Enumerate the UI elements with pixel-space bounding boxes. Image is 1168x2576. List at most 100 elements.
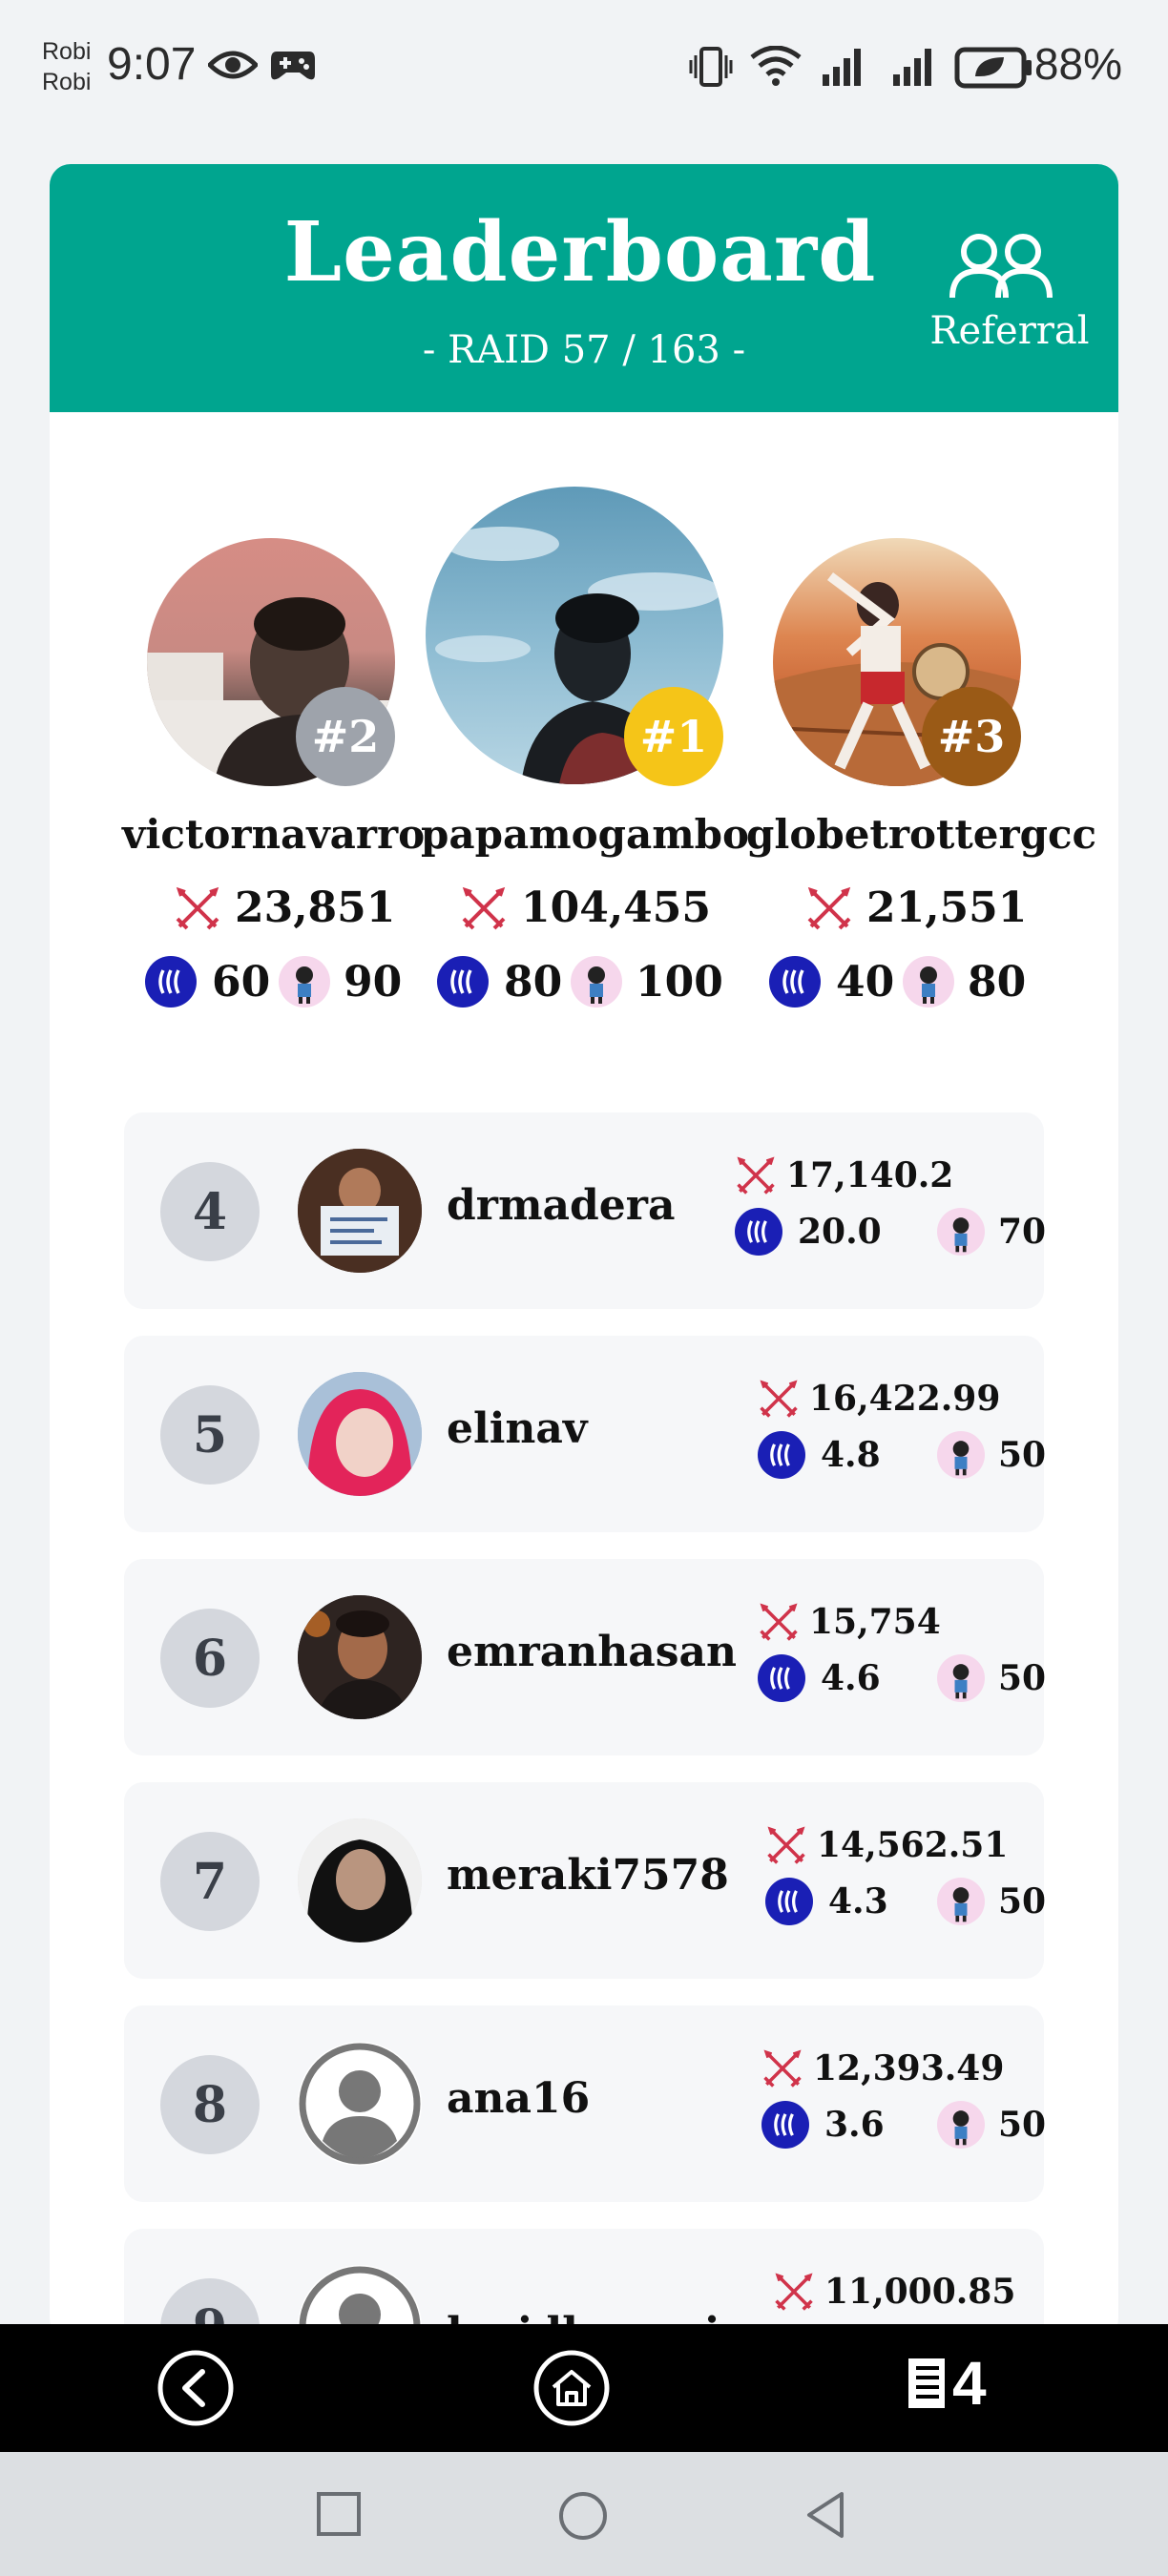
home-icon[interactable] [532, 2349, 611, 2427]
row-score-value: 15,754 [809, 1602, 941, 1642]
row-monsters: 50 [937, 1431, 1046, 1479]
row-rank: 5 [160, 1385, 260, 1485]
row-steem: 4.8 [758, 1431, 881, 1479]
row-username[interactable]: ana16 [447, 2074, 590, 2123]
avatar [298, 1595, 422, 1719]
steem-coin-icon [758, 1431, 805, 1479]
row-score-value: 16,422.99 [809, 1379, 1001, 1419]
row-rank: 6 [160, 1609, 260, 1708]
vibrate-icon [689, 47, 733, 87]
monster-icon [937, 1431, 985, 1479]
podium-name-2[interactable]: victornavarro [122, 811, 425, 858]
podium-name-1[interactable]: papamogambo [421, 811, 749, 858]
monster-icon [937, 2101, 985, 2149]
podium-stats-1: 80 100 [437, 956, 723, 1008]
leaderboard-row[interactable]: 7 meraki7578 14,562.51 4.3 50 [124, 1782, 1046, 1979]
row-username[interactable]: emranhasan [447, 1628, 737, 1676]
row-steem-value: 4.6 [821, 1658, 881, 1698]
clock: 9:07 [107, 39, 197, 90]
row-monster-value: 50 [998, 1435, 1047, 1475]
row-monster-value: 50 [998, 1658, 1047, 1698]
podium-steem-value: 60 [212, 957, 271, 1007]
signal-icon [893, 49, 931, 86]
avatar [298, 1149, 422, 1273]
leaderboard-row[interactable]: 5 elinav 16,422.99 4.8 50 [124, 1336, 1046, 1532]
row-monster-value: 50 [998, 1881, 1047, 1922]
row-score: 14,562.51 [765, 1824, 1008, 1866]
crossed-swords-icon [760, 1380, 798, 1418]
steem-coin-icon [769, 956, 821, 1008]
signal-icon [823, 49, 861, 86]
row-monster-value: 70 [998, 1212, 1047, 1252]
steem-coin-icon [761, 2101, 809, 2149]
row-score-value: 11,000.85 [824, 2272, 1016, 2312]
game-controller-icon [271, 52, 315, 80]
recents-icon[interactable] [315, 2490, 363, 2538]
row-score-value: 17,140.2 [786, 1155, 954, 1195]
steem-coin-icon [735, 1208, 782, 1256]
row-rank: 4 [160, 1162, 260, 1261]
row-score-value: 14,562.51 [817, 1825, 1009, 1865]
rank-badge-3: #3 [922, 687, 1021, 786]
row-monster-value: 50 [998, 2105, 1047, 2145]
row-score: 17,140.2 [735, 1154, 953, 1196]
row-steem-value: 4.3 [828, 1881, 888, 1922]
brand-number: 4 [952, 2349, 987, 2418]
row-username[interactable]: drmadera [447, 1181, 675, 1230]
row-username[interactable]: meraki7578 [447, 1851, 729, 1900]
row-steem: 4.6 [758, 1654, 881, 1702]
row-monsters: 70 [937, 1208, 1046, 1256]
leaderboard-header: Leaderboard - RAID 57 / 163 - Referral [50, 164, 1118, 412]
crossed-swords-icon [176, 886, 219, 929]
monster-icon [903, 956, 954, 1008]
row-score: 15,754 [758, 1601, 941, 1643]
wifi-icon [750, 46, 802, 86]
monster-icon [937, 1878, 985, 1925]
crossed-swords-icon [807, 886, 851, 929]
referral-users-icon [949, 234, 1053, 299]
row-steem-value: 4.8 [821, 1435, 881, 1475]
crossed-swords-icon [763, 2049, 802, 2088]
monster-icon [937, 1208, 985, 1256]
row-steem: 20.0 [735, 1208, 882, 1256]
eye-icon [208, 51, 258, 79]
avatar [298, 1818, 422, 1942]
leaderboard-row[interactable]: 9 luzidluzamia 11,000.85 [124, 2229, 1044, 2339]
podium-name-3[interactable]: globetrottergcc [746, 811, 1096, 858]
crossed-swords-icon [462, 886, 506, 929]
brand-logo[interactable]: 4 [907, 2353, 987, 2414]
podium-score-2: 23,851 [174, 883, 395, 932]
back-icon[interactable] [156, 2349, 235, 2427]
row-steem-value: 20.0 [798, 1212, 882, 1252]
podium-monster-value: 80 [968, 957, 1027, 1007]
podium-monster-value: 100 [636, 957, 723, 1007]
leaderboard-card: Leaderboard - RAID 57 / 163 - Referral #… [50, 164, 1118, 2339]
status-bar: Robi Robi 9:07 88% [0, 0, 1168, 134]
row-username[interactable]: elinav [447, 1404, 588, 1453]
back-triangle-icon[interactable] [803, 2488, 847, 2542]
row-rank: 8 [160, 2055, 260, 2154]
leaderboard-row[interactable]: 8 ana16 12,393.49 3.6 50 [124, 2005, 1046, 2202]
monster-icon [279, 956, 330, 1008]
podium-score-1: 104,455 [460, 883, 711, 932]
podium-monster-value: 90 [344, 957, 403, 1007]
row-monsters: 50 [937, 2101, 1046, 2149]
row-rank: 7 [160, 1832, 260, 1931]
row-score: 12,393.49 [761, 2047, 1004, 2089]
row-steem: 4.3 [765, 1878, 888, 1925]
app-bottom-nav: 4 [0, 2324, 1168, 2452]
podium-stats-3: 40 80 [769, 956, 1026, 1008]
leaderboard-row[interactable]: 6 emranhasan 15,754 4.6 50 [124, 1559, 1047, 1755]
row-score-value: 12,393.49 [813, 2048, 1005, 2088]
steem-coin-icon [145, 956, 197, 1008]
row-monsters: 50 [937, 1878, 1046, 1925]
podium-score-value: 21,551 [866, 883, 1028, 932]
avatar [298, 1372, 422, 1496]
referral-button[interactable]: Referral [861, 231, 1090, 374]
leaderboard-row[interactable]: 4 drmadera 17,140.2 20.0 70 [124, 1112, 1046, 1309]
steem-coin-icon [437, 956, 489, 1008]
crossed-swords-icon [775, 2273, 813, 2311]
home-circle-icon[interactable] [557, 2490, 609, 2542]
battery-percent: 88% [1033, 39, 1122, 89]
battery-saver-icon [954, 47, 1032, 89]
